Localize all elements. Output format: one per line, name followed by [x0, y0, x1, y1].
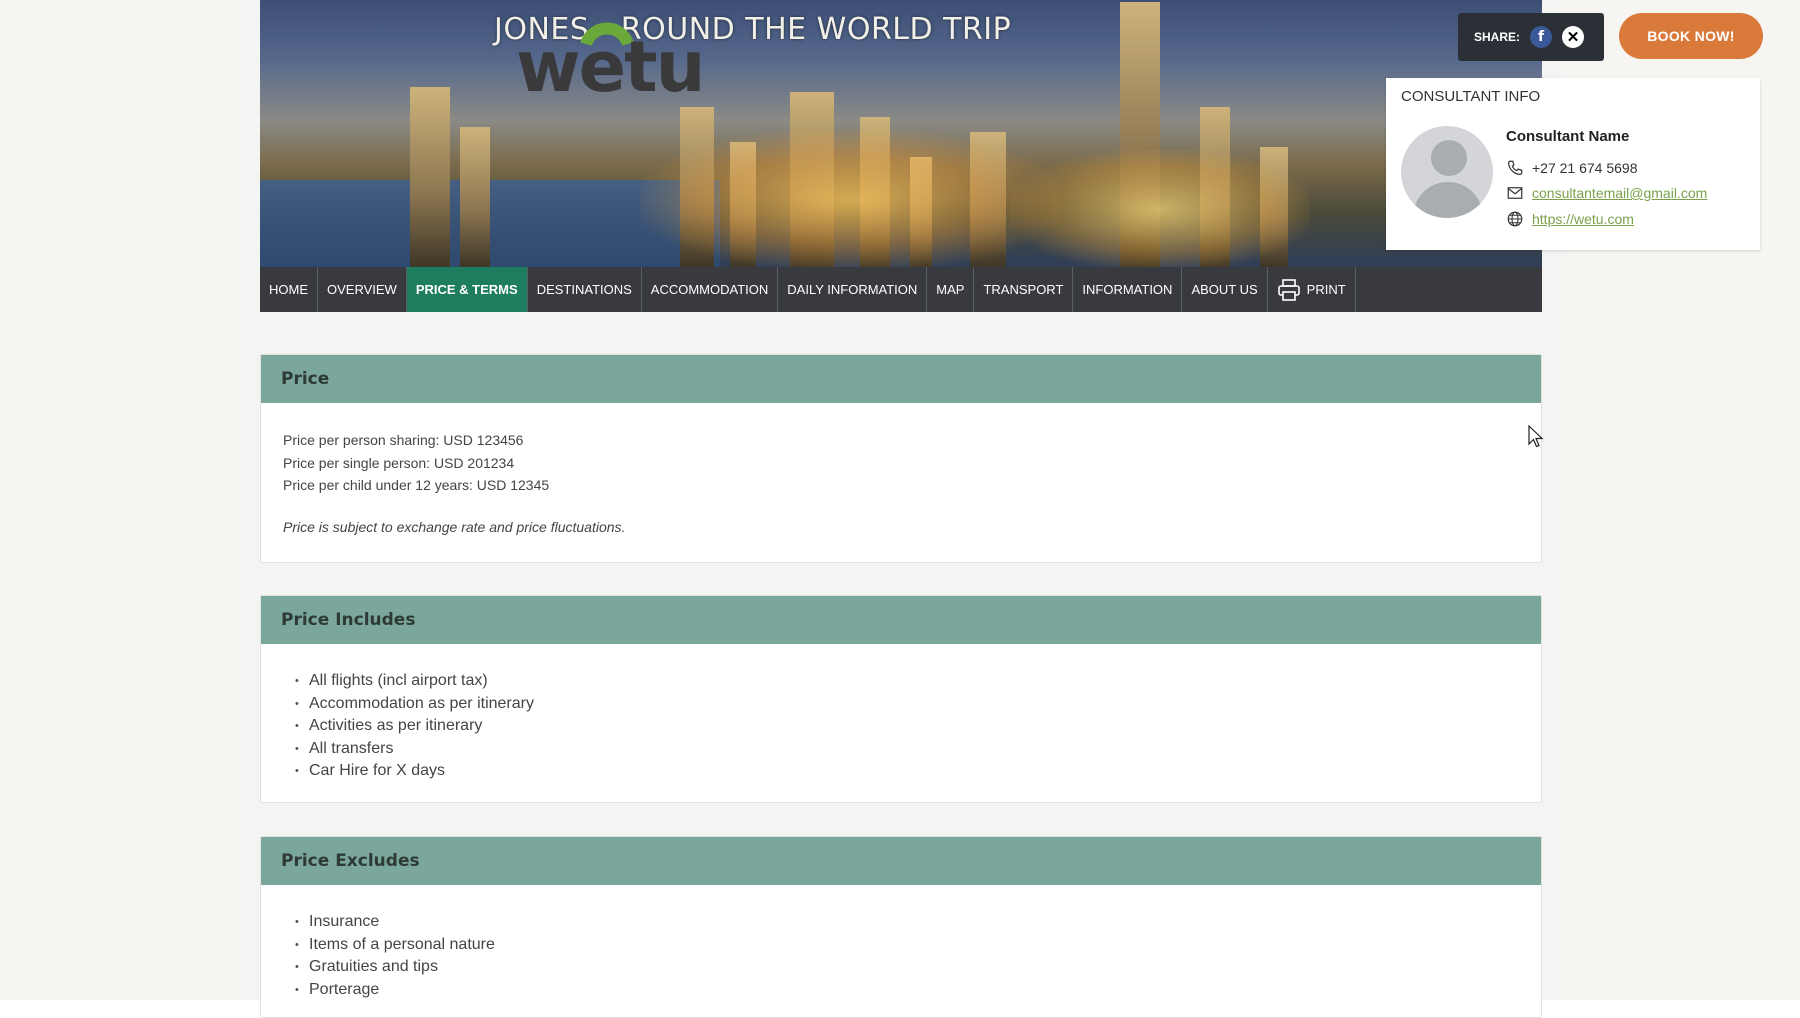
consultant-email-link[interactable]: consultantemail@gmail.com — [1532, 185, 1707, 201]
price-excludes-title: Price Excludes — [261, 837, 1541, 885]
book-now-button[interactable]: BOOK NOW! — [1619, 13, 1763, 59]
nav-print-label: PRINT — [1306, 282, 1346, 297]
phone-icon — [1508, 160, 1523, 175]
facebook-icon[interactable]: f — [1530, 26, 1553, 48]
price-excludes-list: Insurance Items of a personal nature Gra… — [261, 885, 1541, 1001]
nav-print[interactable]: PRINT — [1268, 267, 1356, 312]
hero-city-lights — [640, 130, 1060, 267]
hero-building — [460, 127, 490, 267]
list-item: Items of a personal nature — [295, 934, 1541, 957]
list-item: Gratuities and tips — [295, 956, 1541, 979]
nav-about-us[interactable]: ABOUT US — [1182, 267, 1268, 312]
list-item: Insurance — [295, 911, 1541, 934]
nav-home[interactable]: HOME — [260, 267, 318, 312]
list-item: All transfers — [295, 738, 1541, 761]
nav-price-terms[interactable]: PRICE & TERMS — [406, 267, 528, 312]
hero-building — [410, 87, 450, 267]
price-note: Price is subject to exchange rate and pr… — [283, 518, 626, 535]
price-line: Price per person sharing: USD 123456 — [283, 432, 524, 448]
globe-icon — [1507, 211, 1523, 227]
consultant-phone-row: +27 21 674 5698 — [1506, 159, 1638, 177]
list-item: Car Hire for X days — [295, 760, 1541, 783]
nav-daily-information[interactable]: DAILY INFORMATION — [778, 267, 928, 312]
nav-accommodation[interactable]: ACCOMMODATION — [642, 267, 779, 312]
hero-city-lights — [1010, 150, 1310, 267]
consultant-heading: CONSULTANT INFO — [1401, 88, 1541, 105]
hero-banner: JONES - ROUND THE WORLD TRIP — [260, 0, 1542, 267]
price-includes-section: Price Includes All flights (incl airport… — [260, 595, 1542, 803]
price-section-title: Price — [261, 355, 1541, 403]
list-item: Porterage — [295, 979, 1541, 1002]
price-includes-title: Price Includes — [261, 596, 1541, 644]
nav-information[interactable]: INFORMATION — [1073, 267, 1183, 312]
price-line: Price per child under 12 years: USD 1234… — [283, 477, 550, 493]
mail-icon — [1507, 187, 1523, 199]
consultant-website-row: https://wetu.com — [1506, 210, 1634, 228]
printer-icon — [1277, 278, 1300, 301]
main-nav: HOME OVERVIEW PRICE & TERMS DESTINATIONS… — [260, 267, 1542, 312]
page-container: JONES - ROUND THE WORLD TRIP wetu SHARE:… — [234, 0, 1763, 1018]
consultant-name: Consultant Name — [1506, 128, 1630, 145]
nav-map[interactable]: MAP — [927, 267, 975, 312]
avatar — [1401, 126, 1493, 218]
consultant-email-row: consultantemail@gmail.com — [1506, 184, 1707, 202]
wetu-logo[interactable]: wetu — [516, 14, 705, 104]
mouse-cursor-icon — [1528, 425, 1544, 448]
nav-destinations[interactable]: DESTINATIONS — [528, 267, 642, 312]
page-margin-left — [0, 0, 234, 1000]
nav-transport[interactable]: TRANSPORT — [974, 267, 1074, 312]
nav-overview[interactable]: OVERVIEW — [318, 267, 407, 312]
consultant-website-link[interactable]: https://wetu.com — [1532, 211, 1634, 227]
price-includes-list: All flights (incl airport tax) Accommoda… — [261, 644, 1541, 783]
share-label: SHARE: — [1474, 30, 1521, 44]
price-section: Price Price per person sharing: USD 1234… — [260, 354, 1542, 563]
price-lines: Price per person sharing: USD 123456 Pri… — [261, 403, 1541, 497]
list-item: Activities as per itinerary — [295, 715, 1541, 738]
consultant-phone: +27 21 674 5698 — [1532, 160, 1638, 176]
logo-text: wetu — [516, 26, 705, 108]
price-excludes-section: Price Excludes Insurance Items of a pers… — [260, 836, 1542, 1018]
share-box: SHARE: f ✕ — [1458, 13, 1604, 61]
price-line: Price per single person: USD 201234 — [283, 454, 515, 471]
consultant-card: CONSULTANT INFO Consultant Name +27 21 6… — [1386, 78, 1760, 250]
list-item: Accommodation as per itinerary — [295, 693, 1541, 716]
list-item: All flights (incl airport tax) — [295, 670, 1541, 693]
x-icon[interactable]: ✕ — [1562, 26, 1585, 48]
